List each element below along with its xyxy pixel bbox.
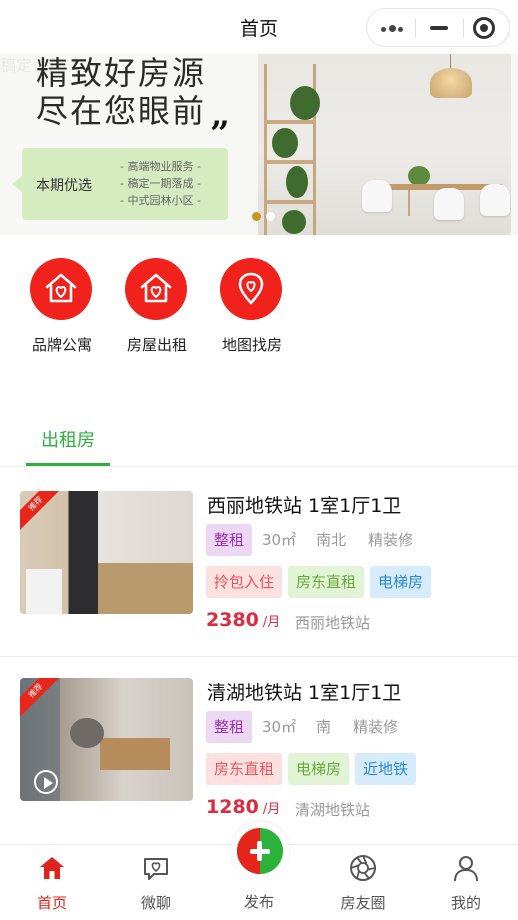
carousel-dot[interactable] xyxy=(266,212,275,221)
listing-thumbnail[interactable]: 推荐 xyxy=(20,491,193,614)
user-icon xyxy=(454,856,478,882)
quick-link-label: 房屋出租 xyxy=(126,336,187,354)
house-heart-icon xyxy=(30,258,92,320)
nav-header: 首页 xyxy=(0,0,518,54)
promo-lines: - 高端物业服务 - - 稿定一期落成 - - 中式园林小区 - xyxy=(120,160,201,207)
nav-label: 房友圈 xyxy=(340,894,386,912)
map-pin-heart-icon xyxy=(220,258,282,320)
publish-button[interactable] xyxy=(231,822,289,880)
aperture-icon xyxy=(350,855,376,881)
nav-chat[interactable]: 微聊 xyxy=(104,845,208,920)
listing-tag: 电梯房 xyxy=(288,753,350,785)
nav-home[interactable]: 首页 xyxy=(0,845,104,920)
house-heart-icon xyxy=(125,258,187,320)
listing-tag: 房东直租 xyxy=(288,566,365,598)
listing-item[interactable]: 推荐 西丽地铁站 1室1厅1卫 整租 30㎡ 南北 精装修 拎包入住 房东直租 电梯房 2… xyxy=(0,491,518,657)
listing-tag: 近地铁 xyxy=(355,753,417,785)
more-icon[interactable] xyxy=(381,25,403,32)
close-target-icon[interactable] xyxy=(473,17,495,39)
recommend-badge: 推荐 xyxy=(20,491,65,533)
home-icon xyxy=(40,857,64,879)
carousel-indicator[interactable] xyxy=(252,212,282,222)
rent-type-tag: 整租 xyxy=(206,524,253,556)
tab-rental[interactable]: 出租房 xyxy=(26,426,110,452)
nav-label: 我的 xyxy=(450,894,481,912)
nav-profile[interactable]: 我的 xyxy=(414,845,518,920)
listing-tag: 电梯房 xyxy=(370,566,432,598)
nav-label[interactable]: 发布 xyxy=(207,891,311,912)
banner-headline-2: 尽在您眼前 xyxy=(36,92,207,130)
listing-tag: 房东直租 xyxy=(206,753,283,785)
listing-orientation: 南北 xyxy=(316,531,347,549)
nav-label: 微聊 xyxy=(140,894,171,912)
listing-decoration: 精装修 xyxy=(368,531,414,549)
rent-type-tag: 整租 xyxy=(206,711,253,743)
listing-price: 2380/月 xyxy=(206,609,281,631)
quick-link-label: 地图找房 xyxy=(221,336,282,354)
quick-link-brand-apartment[interactable]: 品牌公寓 xyxy=(17,258,107,358)
promo-label: 本期优选 xyxy=(36,178,92,194)
listing-price: 1280/月 xyxy=(206,796,281,818)
listing-title[interactable]: 西丽地铁站 1室1厅1卫 xyxy=(207,491,401,518)
listing-orientation: 南 xyxy=(316,718,332,736)
banner-carousel[interactable]: 稿定设计 稿定设计 精致好房源 尽在您眼前 ” 本期优选 - 高端物业服务 - … xyxy=(0,54,518,235)
listing-decoration: 精装修 xyxy=(353,718,399,736)
quick-link-house-rent[interactable]: 房屋出租 xyxy=(112,258,202,358)
tab-divider xyxy=(0,466,518,467)
publish-plus-icon xyxy=(237,828,283,874)
play-video-icon[interactable] xyxy=(34,770,58,794)
listing-title[interactable]: 清湖地铁站 1室1厅1卫 xyxy=(207,678,401,705)
listing-tags: 拎包入住 房东直租 电梯房 xyxy=(206,566,437,598)
nav-friends[interactable]: 房友圈 xyxy=(311,845,415,920)
listing-area: 30㎡ xyxy=(262,718,297,736)
listing-tags: 房东直租 电梯房 近地铁 xyxy=(206,753,422,785)
listing-tag: 拎包入住 xyxy=(206,566,283,598)
banner-photo xyxy=(258,54,511,235)
listing-specs: 整租 30㎡ 南 精装修 xyxy=(206,711,414,743)
listing-station: 西丽地铁站 xyxy=(295,614,371,632)
pendant-lamp xyxy=(430,68,472,98)
shelf-illustration xyxy=(264,64,320,235)
carousel-dot-active[interactable] xyxy=(252,212,261,221)
nav-label: 首页 xyxy=(36,894,67,912)
listing-thumbnail[interactable]: 推荐 xyxy=(20,678,193,801)
listing-item[interactable]: 推荐 清湖地铁站 1室1厅1卫 整租 30㎡ 南 精装修 房东直租 电梯房 近地铁 128… xyxy=(0,678,518,844)
quick-link-label: 品牌公寓 xyxy=(31,336,92,354)
listing-station: 清湖地铁站 xyxy=(295,801,371,819)
listing-specs: 整租 30㎡ 南北 精装修 xyxy=(206,524,429,556)
minimize-icon[interactable] xyxy=(430,26,448,30)
list-divider xyxy=(0,656,518,657)
miniprogram-capsule xyxy=(366,8,510,47)
listing-area: 30㎡ xyxy=(262,531,297,549)
quick-link-map-search[interactable]: 地图找房 xyxy=(207,258,297,358)
promo-bubble: 本期优选 - 高端物业服务 - - 稿定一期落成 - - 中式园林小区 - xyxy=(12,148,228,220)
chat-heart-icon xyxy=(144,858,168,880)
